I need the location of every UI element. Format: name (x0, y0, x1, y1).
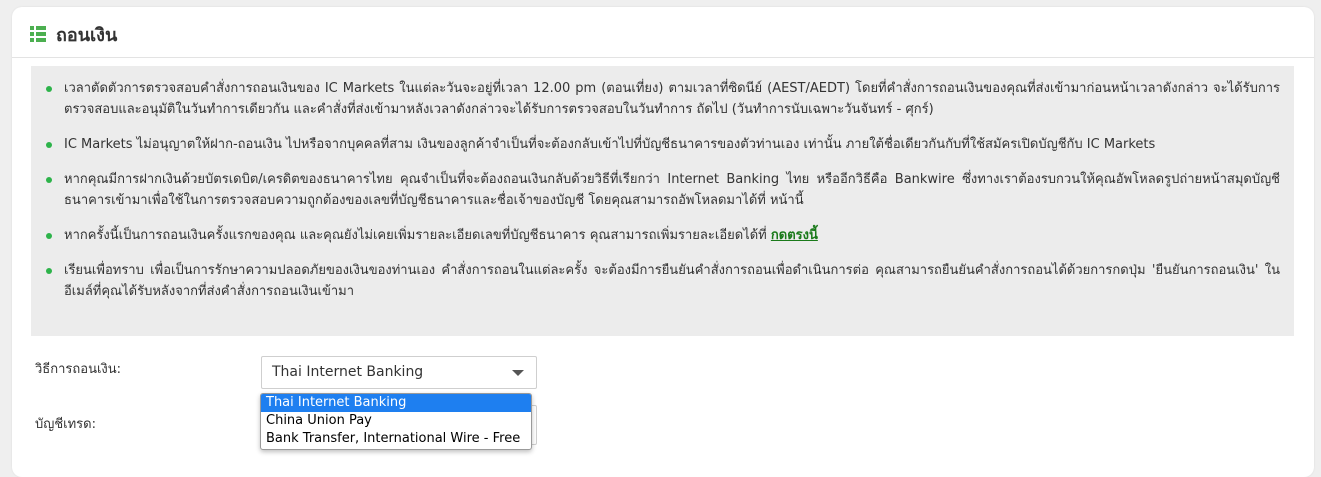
bullet-icon (46, 142, 52, 148)
withdrawal-card: ถอนเงิน เวลาตัดตัวการตรวจสอบคำสั่งการถอน… (12, 7, 1314, 477)
notice-item: หากคุณมีการฝากเงินด้วยบัตรเดบิต/เครดิตขอ… (45, 169, 1280, 211)
bullet-icon (46, 233, 52, 239)
notice-item: เวลาตัดตัวการตรวจสอบคำสั่งการถอนเงินของ … (45, 78, 1280, 120)
header-divider (12, 57, 1314, 58)
page-title: ถอนเงิน (56, 24, 118, 46)
dropdown-option-bank-transfer[interactable]: Bank Transfer, International Wire - Free (261, 430, 531, 448)
bullet-icon (46, 86, 52, 92)
chevron-down-icon (512, 370, 524, 376)
withdrawal-method-value: Thai Internet Banking (272, 364, 424, 380)
bullet-icon (46, 268, 52, 274)
notice-box: เวลาตัดตัวการตรวจสอบคำสั่งการถอนเงินของ … (31, 66, 1294, 336)
list-icon (30, 26, 46, 42)
bullet-icon (46, 177, 52, 183)
card-header: ถอนเงิน (30, 22, 117, 46)
notice-item: เรียนเพื่อทราบ เพื่อเป็นการรักษาความปลอด… (45, 260, 1280, 302)
withdrawal-method-dropdown: Thai Internet Banking China Union Pay Ba… (260, 393, 532, 450)
trading-account-label: บัญชีเทรด: (35, 417, 96, 432)
add-bank-details-link[interactable]: กดตรงนี้ (771, 228, 818, 243)
dropdown-option-thai-internet-banking[interactable]: Thai Internet Banking (261, 394, 531, 412)
withdrawal-method-select[interactable]: Thai Internet Banking (261, 356, 537, 389)
notice-item: หากครั้งนี้เป็นการถอนเงินครั้งแรกของคุณ … (45, 225, 1280, 246)
notice-item: IC Markets ไม่อนุญาตให้ฝาก-ถอนเงิน ไปหรื… (45, 134, 1280, 155)
withdrawal-method-label: วิธีการถอนเงิน: (35, 362, 122, 377)
dropdown-option-china-union-pay[interactable]: China Union Pay (261, 412, 531, 430)
